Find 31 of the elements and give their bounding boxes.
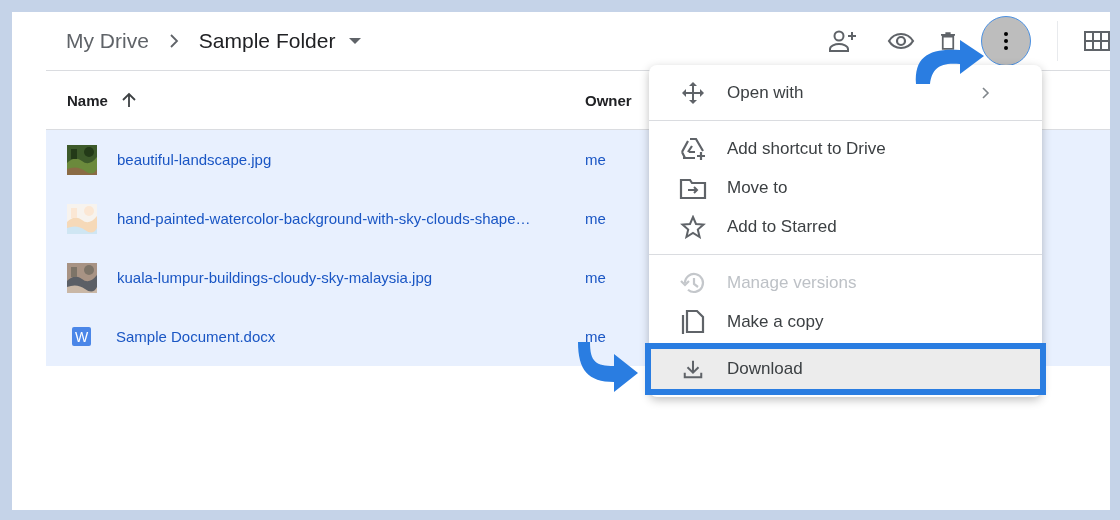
grid-view-icon[interactable]	[1084, 31, 1110, 51]
eye-icon[interactable]	[887, 32, 915, 50]
breadcrumb-link[interactable]: My Drive	[66, 29, 149, 53]
owner-cell: me	[585, 269, 606, 286]
sort-arrow-icon[interactable]	[121, 92, 136, 108]
file-name[interactable]: hand-painted-watercolor-background-with-sky-clouds-shape…	[117, 210, 531, 227]
owner-cell: me	[585, 151, 606, 168]
file-name[interactable]: beautiful-landscape.jpg	[117, 151, 272, 168]
menu-item[interactable]: Open with	[649, 73, 1042, 112]
column-header[interactable]: Name	[67, 91, 108, 109]
more-vertical-icon	[1004, 32, 1008, 50]
add-person-icon[interactable]	[829, 30, 857, 52]
owner-cell: me	[585, 328, 606, 345]
chevron-icon	[982, 86, 990, 99]
menu-item[interactable]: Add shortcut to Drive	[649, 129, 1042, 168]
folder-icon	[679, 176, 707, 199]
breadcrumb-link[interactable]: Sample Folder	[198, 29, 336, 53]
file-name[interactable]: Sample Document.docx	[116, 328, 276, 345]
word-document-icon: W	[72, 327, 91, 346]
chevron-icon	[168, 33, 179, 49]
owner-cell: me	[585, 210, 606, 227]
caret-icon[interactable]	[349, 38, 362, 44]
more-options-button[interactable]	[981, 16, 1031, 66]
copy-icon	[679, 308, 707, 335]
file-name[interactable]: kuala-lumpur-buildings-cloudy-sky-malaysia.jpg	[117, 269, 433, 286]
drive-shortcut-icon	[679, 136, 707, 161]
history-icon	[679, 270, 707, 295]
menu-item[interactable]: Add to Starred	[649, 207, 1042, 246]
star-icon	[679, 214, 707, 239]
column-header[interactable]: Owner	[585, 91, 632, 109]
trash-icon[interactable]	[941, 31, 955, 51]
